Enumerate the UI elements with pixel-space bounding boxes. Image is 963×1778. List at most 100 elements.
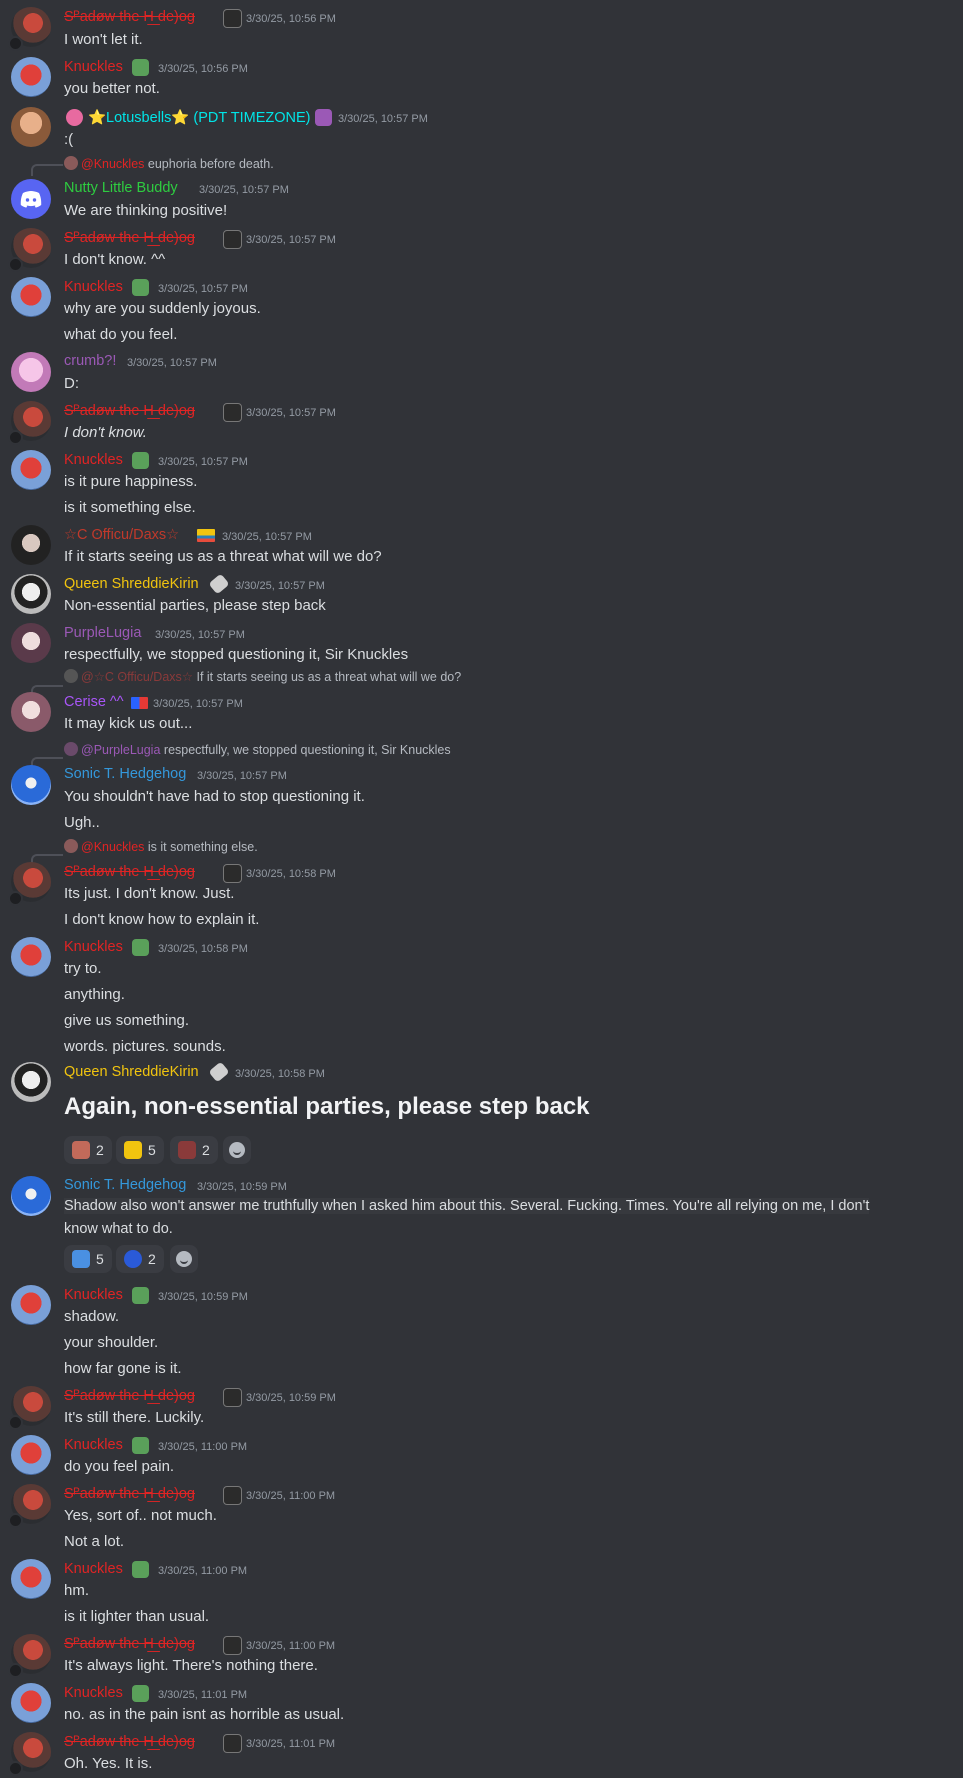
avatar[interactable] xyxy=(11,623,51,663)
reaction[interactable]: 2 xyxy=(116,1245,164,1273)
reaction[interactable]: 5 xyxy=(64,1245,112,1273)
role-icon xyxy=(223,1486,242,1505)
reply-preview[interactable]: @Knuckles is it something else. xyxy=(64,839,258,854)
username[interactable]: Sonic T. Hedgehog xyxy=(64,766,186,782)
username[interactable]: Knuckles xyxy=(64,1437,123,1453)
avatar[interactable] xyxy=(11,57,51,97)
avatar[interactable] xyxy=(11,1176,51,1216)
message-text: words. pictures. sounds. xyxy=(64,1038,226,1055)
clover-icon xyxy=(132,1287,149,1304)
username[interactable]: Queen ShreddieKirin xyxy=(64,576,199,592)
username[interactable]: Cerise ^^ xyxy=(64,694,124,710)
username[interactable]: Knuckles xyxy=(64,1287,123,1303)
timestamp: 3/30/25, 10:57 PM xyxy=(338,113,428,125)
avatar[interactable] xyxy=(11,352,51,392)
avatar[interactable] xyxy=(11,450,51,490)
role-icon xyxy=(223,864,242,883)
avatar[interactable] xyxy=(11,765,51,805)
timestamp: 3/30/25, 10:57 PM xyxy=(127,357,217,369)
avatar[interactable] xyxy=(11,1683,51,1723)
flag-icon xyxy=(197,529,215,542)
username[interactable]: Sᴾadøw the H͟ de)og xyxy=(64,1734,195,1750)
username[interactable]: Nutty Little Buddy xyxy=(64,180,178,196)
timestamp: 3/30/25, 10:57 PM xyxy=(235,580,325,592)
message-text: I don't know how to explain it. xyxy=(64,911,260,928)
username[interactable]: Sᴾadøw the H͟ de)og xyxy=(64,1388,195,1404)
hug-emoji-icon xyxy=(72,1250,90,1268)
add-reaction-button[interactable] xyxy=(223,1136,251,1164)
avatar[interactable] xyxy=(11,1285,51,1325)
timestamp: 3/30/25, 11:00 PM xyxy=(246,1490,336,1502)
message-text: what do you feel. xyxy=(64,326,178,343)
avatar[interactable] xyxy=(11,277,51,317)
message-text: anything. xyxy=(64,986,125,1003)
status-indicator xyxy=(8,1513,23,1528)
username[interactable]: Knuckles xyxy=(64,452,123,468)
username[interactable]: Queen ShreddieKirin xyxy=(64,1064,199,1080)
username[interactable]: Sᴾadøw the H͟ de)og xyxy=(64,9,195,25)
username[interactable]: Sᴾadøw the H͟ de)og xyxy=(64,403,195,419)
avatar[interactable] xyxy=(11,1062,51,1102)
username[interactable]: Knuckles xyxy=(64,1685,123,1701)
avatar xyxy=(64,669,78,683)
message-text: It's always light. There's nothing there… xyxy=(64,1657,318,1674)
avatar[interactable] xyxy=(11,1435,51,1475)
username[interactable]: Sonic T. Hedgehog xyxy=(64,1177,186,1193)
gem-icon xyxy=(315,109,332,126)
avatar[interactable] xyxy=(11,692,51,732)
reply-preview[interactable]: @☆C ʘfficu/Daxs☆ If it starts seeing us … xyxy=(64,669,461,684)
timestamp: 3/30/25, 10:58 PM xyxy=(246,868,336,880)
message-text: you better not. xyxy=(64,80,160,97)
username[interactable]: Knuckles xyxy=(64,939,123,955)
message-text: how far gone is it. xyxy=(64,1360,182,1377)
avatar xyxy=(64,156,78,170)
username[interactable]: Knuckles xyxy=(64,59,123,75)
message-text: hm. xyxy=(64,1582,90,1599)
username[interactable]: crumb?! xyxy=(64,353,116,369)
username[interactable]: Knuckles xyxy=(64,1561,123,1577)
message-text: try to. xyxy=(64,960,102,977)
role-icon xyxy=(223,1734,242,1753)
avatar[interactable] xyxy=(11,937,51,977)
reaction[interactable]: 2 xyxy=(170,1136,218,1164)
reply-preview[interactable]: @PurpleLugia respectfully, we stopped qu… xyxy=(64,742,451,757)
thumbs-up-icon xyxy=(124,1141,142,1159)
reaction[interactable]: 5 xyxy=(116,1136,164,1164)
status-indicator xyxy=(8,1761,23,1776)
timestamp: 3/30/25, 10:57 PM xyxy=(246,234,336,246)
timestamp: 3/30/25, 10:57 PM xyxy=(246,407,336,419)
reaction[interactable]: 2 xyxy=(64,1136,112,1164)
status-indicator xyxy=(8,1663,23,1678)
bandage-icon xyxy=(208,1061,230,1083)
avatar[interactable] xyxy=(11,525,51,565)
timestamp: 3/30/25, 10:59 PM xyxy=(197,1181,287,1193)
message-text: is it something else. xyxy=(64,499,196,516)
username[interactable]: ☆C ʘfficu/Daxs☆ xyxy=(64,527,179,543)
timestamp: 3/30/25, 10:56 PM xyxy=(246,13,336,25)
message-text: I won't let it. xyxy=(64,31,143,48)
message-text: your shoulder. xyxy=(64,1334,159,1351)
timestamp: 3/30/25, 11:01 PM xyxy=(158,1689,248,1701)
flower-icon xyxy=(66,109,83,126)
message-text: I don't know. ^^ xyxy=(64,251,166,268)
username[interactable]: Sᴾadøw the H͟ de)og xyxy=(64,1636,195,1652)
avatar xyxy=(64,839,78,853)
status-indicator xyxy=(8,430,23,445)
username[interactable]: Knuckles xyxy=(64,279,123,295)
reply-preview[interactable]: @Knuckles euphoria before death. xyxy=(64,156,274,171)
bandage-icon xyxy=(208,573,230,595)
message-text: Non-essential parties, please step back xyxy=(64,597,326,614)
username[interactable]: Sᴾadøw the H͟ de)og xyxy=(64,230,195,246)
avatar[interactable] xyxy=(11,574,51,614)
username[interactable]: PurpleLugia xyxy=(64,625,141,641)
avatar[interactable] xyxy=(11,179,51,219)
username[interactable]: Sᴾadøw the H͟ de)og xyxy=(64,864,195,880)
add-reaction-button[interactable] xyxy=(170,1245,198,1273)
username[interactable]: Sᴾadøw the H͟ de)og xyxy=(64,1486,195,1502)
role-icon xyxy=(223,9,242,28)
message-text: Ugh.. xyxy=(64,814,100,831)
avatar[interactable] xyxy=(11,1559,51,1599)
timestamp: 3/30/25, 10:57 PM xyxy=(222,531,312,543)
username[interactable]: ⭐Lotusbells⭐ (PDT TIMEZONE) xyxy=(88,109,311,126)
avatar[interactable] xyxy=(11,107,51,147)
